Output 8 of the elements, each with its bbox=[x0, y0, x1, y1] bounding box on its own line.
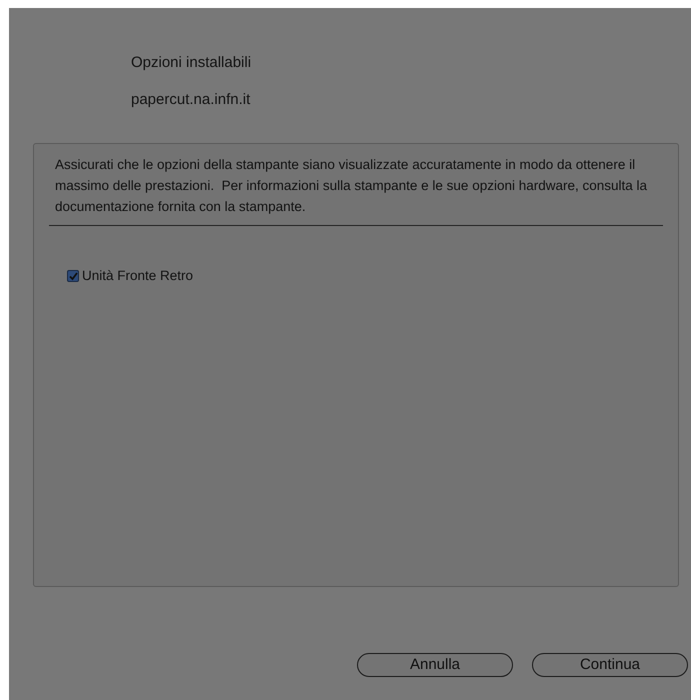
checkbox-label: Unità Fronte Retro bbox=[82, 267, 194, 285]
description-text: Assicurati che le opzioni della stampante siano visualizzate accuratamente in modo da ottenere il massimo delle prestazioni. Per informazioni sulla stampante e le sue opzioni hardware, consulta la documentazione fornita con la stampante. bbox=[55, 156, 648, 216]
dialog-title: Opzioni installabili bbox=[131, 53, 252, 73]
checkbox[interactable] bbox=[67, 270, 79, 282]
dialog-button[interactable]: Continua bbox=[532, 653, 688, 677]
printer-hostname: papercut.na.infn.it bbox=[131, 90, 252, 110]
checkmark-icon bbox=[68, 272, 78, 281]
dialog-button[interactable]: Annulla bbox=[357, 653, 513, 677]
